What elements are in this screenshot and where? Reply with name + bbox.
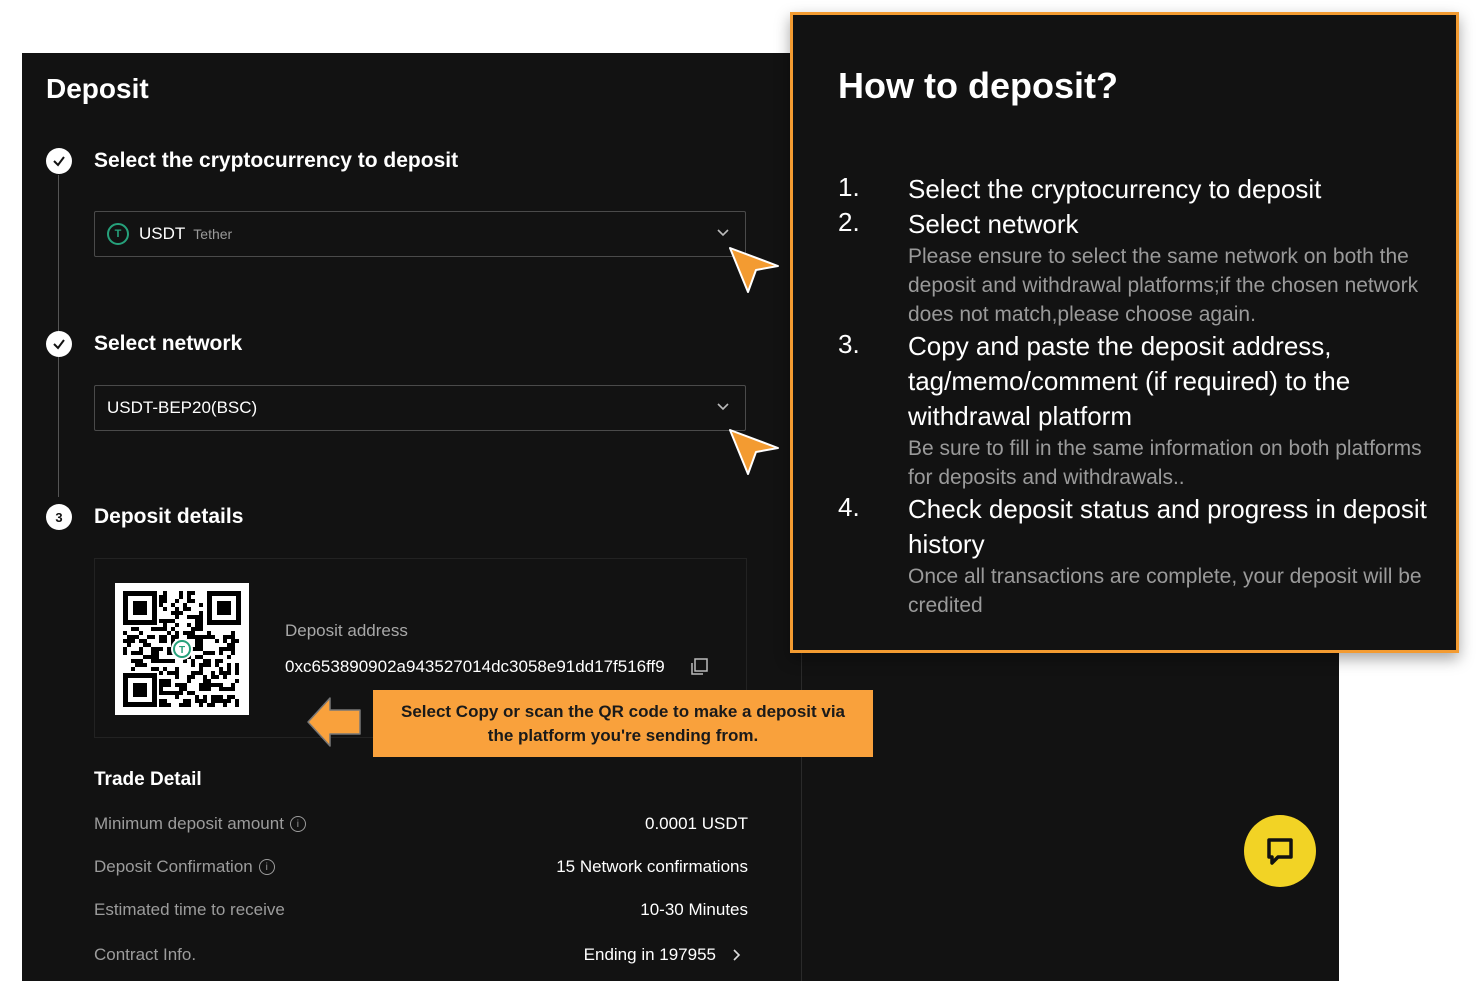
how-to-step-note: Once all transactions are complete, your… bbox=[908, 565, 1422, 617]
pointer-arrow-icon bbox=[729, 247, 779, 293]
step-1-title: Select the cryptocurrency to deposit bbox=[94, 149, 459, 172]
trade-row-min-deposit: Minimum deposit amount i 0.0001 USDT bbox=[94, 814, 748, 838]
confirmation-label: Deposit Confirmation bbox=[94, 857, 253, 876]
confirmation-value: 15 Network confirmations bbox=[556, 857, 748, 876]
pointer-arrow-icon bbox=[729, 429, 779, 475]
how-to-step-number: 4. bbox=[838, 492, 860, 522]
chat-support-button[interactable] bbox=[1244, 815, 1316, 887]
step-3-title: Deposit details bbox=[94, 505, 244, 528]
qr-copy-callout: Select Copy or scan the QR code to make … bbox=[373, 690, 873, 757]
network-select[interactable]: USDT-BEP20(BSC) bbox=[94, 385, 746, 431]
trade-row-confirmation: Deposit Confirmation i 15 Network confirm… bbox=[94, 857, 748, 881]
how-to-step: 2. Select network Please ensure to selec… bbox=[838, 207, 1438, 329]
estimated-time-value: 10-30 Minutes bbox=[640, 900, 748, 919]
how-to-step: 4. Check deposit status and progress in … bbox=[838, 492, 1438, 620]
chevron-down-icon bbox=[717, 229, 729, 237]
callout-line-2: the platform you're sending from. bbox=[487, 725, 759, 745]
how-to-deposit-title: How to deposit? bbox=[838, 65, 1118, 106]
qr-code[interactable]: T bbox=[115, 583, 249, 715]
callout-left-arrow-icon bbox=[307, 697, 361, 747]
how-to-step: 3. Copy and paste the deposit address, t… bbox=[838, 329, 1438, 492]
trade-row-estimated-time: Estimated time to receive 10-30 Minutes bbox=[94, 900, 748, 924]
svg-text:T: T bbox=[179, 645, 185, 656]
how-to-step-number: 3. bbox=[838, 329, 860, 359]
how-to-deposit-panel: How to deposit? 1. Select the cryptocurr… bbox=[790, 12, 1459, 653]
how-to-step-number: 2. bbox=[838, 207, 860, 237]
step-2-check-icon bbox=[46, 331, 72, 357]
step-2-title: Select network bbox=[94, 332, 243, 355]
step-3-number-icon: 3 bbox=[46, 504, 72, 530]
how-to-step-number: 1. bbox=[838, 172, 860, 202]
network-value: USDT-BEP20(BSC) bbox=[107, 398, 258, 417]
estimated-time-label: Estimated time to receive bbox=[94, 900, 285, 919]
copy-icon[interactable] bbox=[689, 657, 709, 677]
how-to-step-text: Select the cryptocurrency to deposit bbox=[908, 174, 1322, 204]
trade-detail-title: Trade Detail bbox=[94, 769, 202, 790]
page-title: Deposit bbox=[46, 73, 149, 104]
contract-info-label: Contract Info. bbox=[94, 945, 197, 964]
how-to-step: 1. Select the cryptocurrency to deposit bbox=[838, 172, 1438, 207]
step-connector bbox=[58, 175, 59, 345]
how-to-step-text: Select network bbox=[908, 209, 1079, 239]
how-to-step-text: Check deposit status and progress in dep… bbox=[908, 494, 1427, 559]
chevron-right-icon bbox=[733, 949, 741, 961]
chat-bubble-icon bbox=[1267, 838, 1293, 865]
info-icon[interactable]: i bbox=[258, 859, 275, 875]
how-to-step-text: Copy and paste the deposit address, tag/… bbox=[908, 331, 1351, 431]
deposit-address-value: 0xc653890902a943527014dc3058e91dd17f516f… bbox=[285, 657, 665, 676]
tether-icon: T bbox=[107, 223, 129, 245]
chevron-down-icon bbox=[717, 403, 729, 411]
how-to-steps: 1. Select the cryptocurrency to deposit … bbox=[838, 172, 1438, 620]
step-1-check-icon bbox=[46, 148, 72, 174]
info-icon[interactable]: i bbox=[289, 816, 306, 832]
crypto-select[interactable]: T USDT Tether bbox=[94, 211, 746, 257]
contract-info-value: Ending in 197955 bbox=[583, 945, 716, 964]
how-to-step-note: Be sure to fill in the same information … bbox=[908, 437, 1422, 489]
crypto-symbol: USDT bbox=[139, 224, 186, 243]
deposit-address-label: Deposit address bbox=[285, 621, 408, 640]
how-to-step-note: Please ensure to select the same network… bbox=[908, 245, 1419, 326]
min-deposit-value: 0.0001 USDT bbox=[645, 814, 748, 833]
step-connector bbox=[58, 357, 59, 497]
trade-row-contract-info[interactable]: Contract Info. Ending in 197955 bbox=[94, 945, 748, 969]
crypto-name: Tether bbox=[193, 226, 233, 242]
callout-line-1: Select Copy or scan the QR code to make … bbox=[400, 701, 846, 721]
min-deposit-label: Minimum deposit amount bbox=[94, 814, 284, 833]
